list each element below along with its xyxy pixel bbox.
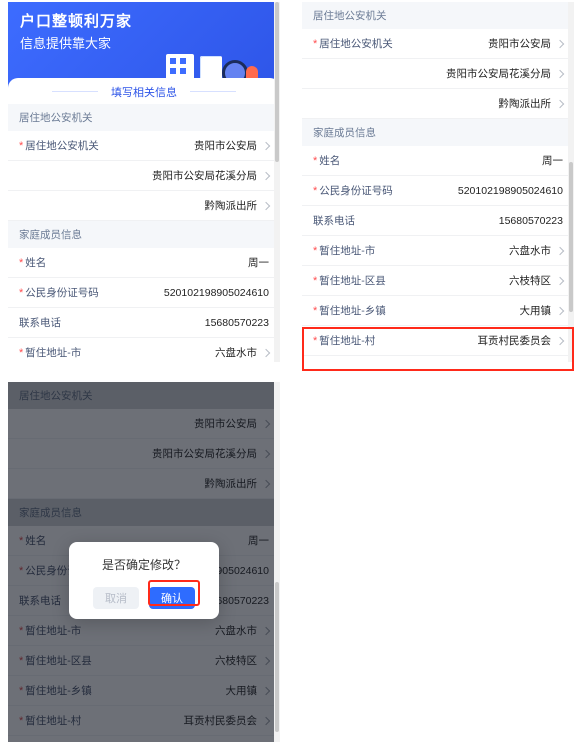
chevron-right-icon	[262, 171, 270, 179]
value-police-org-2: 贵阳市公安局花溪分局	[152, 168, 269, 183]
value-police-org-1: 贵阳市公安局	[194, 138, 269, 153]
row-addr-town[interactable]: 暂住地址-乡镇大用镇	[302, 296, 574, 326]
section-police: 居住地公安机关	[8, 104, 280, 131]
chevron-right-icon	[556, 306, 564, 314]
chevron-right-icon	[556, 39, 564, 47]
confirm-button[interactable]: 确认	[149, 587, 195, 609]
value-addr-city: 六盘水市	[215, 345, 257, 360]
value-idno: 520102198905024610	[164, 287, 269, 299]
confirm-modal: 是否确定修改？ 取消 确认	[69, 542, 219, 619]
chevron-right-icon	[556, 69, 564, 77]
screen-form-bottom: 居住地公安机关 居住地公安机关 贵阳市公安局 贵阳市公安局花溪分局 黔陶派出所 …	[302, 2, 574, 362]
value-name: 周一	[248, 255, 269, 270]
cancel-button[interactable]: 取消	[93, 587, 139, 609]
modal-title: 是否确定修改？	[81, 556, 207, 573]
row-addr-detail[interactable]: 暂住地址-详址2单元1号	[302, 356, 574, 362]
row-addr-district[interactable]: 暂住地址-区县六枝特区	[302, 266, 574, 296]
scrollbar[interactable]	[274, 2, 280, 362]
chevron-right-icon	[262, 141, 270, 149]
screen-form-top: 户口整顿利万家 信息提供靠大家 填写相关信息 居住地公安机关 居住地公安机关 贵…	[8, 2, 280, 362]
chevron-right-icon	[556, 276, 564, 284]
row-addr-city[interactable]: 暂住地址-市 六盘水市	[8, 338, 280, 362]
section-member: 家庭成员信息	[8, 221, 280, 248]
row-phone[interactable]: 联系电话 15680570223	[8, 308, 280, 338]
scrollbar[interactable]	[568, 2, 574, 362]
scrollbar[interactable]	[274, 382, 280, 742]
banner: 户口整顿利万家 信息提供靠大家	[8, 2, 280, 88]
chevron-right-icon	[556, 246, 564, 254]
chevron-right-icon	[556, 99, 564, 107]
row-police-sub[interactable]: 贵阳市公安局花溪分局	[8, 161, 280, 191]
row-name[interactable]: 姓名 周一	[8, 248, 280, 278]
row-addr-village[interactable]: 暂住地址-村耳贡村民委员会	[302, 326, 574, 356]
banner-title-1: 户口整顿利万家	[20, 10, 268, 31]
chevron-right-icon	[262, 348, 270, 356]
section-member: 家庭成员信息	[302, 119, 574, 146]
screen-confirm-modal: 居住地公安机关 贵阳市公安局 贵阳市公安局花溪分局 黔陶派出所 家庭成员信息 姓…	[8, 382, 280, 742]
row-idno[interactable]: 公民身份证号码520102198905024610	[302, 176, 574, 206]
row-addr-city[interactable]: 暂住地址-市六盘水市	[302, 236, 574, 266]
chevron-right-icon	[262, 201, 270, 209]
row-police-station[interactable]: 黔陶派出所	[302, 89, 574, 119]
section-police: 居住地公安机关	[302, 2, 574, 29]
row-police-org[interactable]: 居住地公安机关 贵阳市公安局	[8, 131, 280, 161]
card-title: 填写相关信息	[8, 78, 280, 104]
row-police-org[interactable]: 居住地公安机关 贵阳市公安局	[302, 29, 574, 59]
chevron-right-icon	[556, 336, 564, 344]
row-name[interactable]: 姓名周一	[302, 146, 574, 176]
label-police-org: 居住地公安机关	[19, 138, 99, 153]
row-phone[interactable]: 联系电话15680570223	[302, 206, 574, 236]
value-police-org-3: 黔陶派出所	[205, 198, 270, 213]
value-phone: 15680570223	[205, 317, 269, 329]
row-police-sub[interactable]: 贵阳市公安局花溪分局	[302, 59, 574, 89]
row-police-station[interactable]: 黔陶派出所	[8, 191, 280, 221]
row-idno[interactable]: 公民身份证号码 520102198905024610	[8, 278, 280, 308]
